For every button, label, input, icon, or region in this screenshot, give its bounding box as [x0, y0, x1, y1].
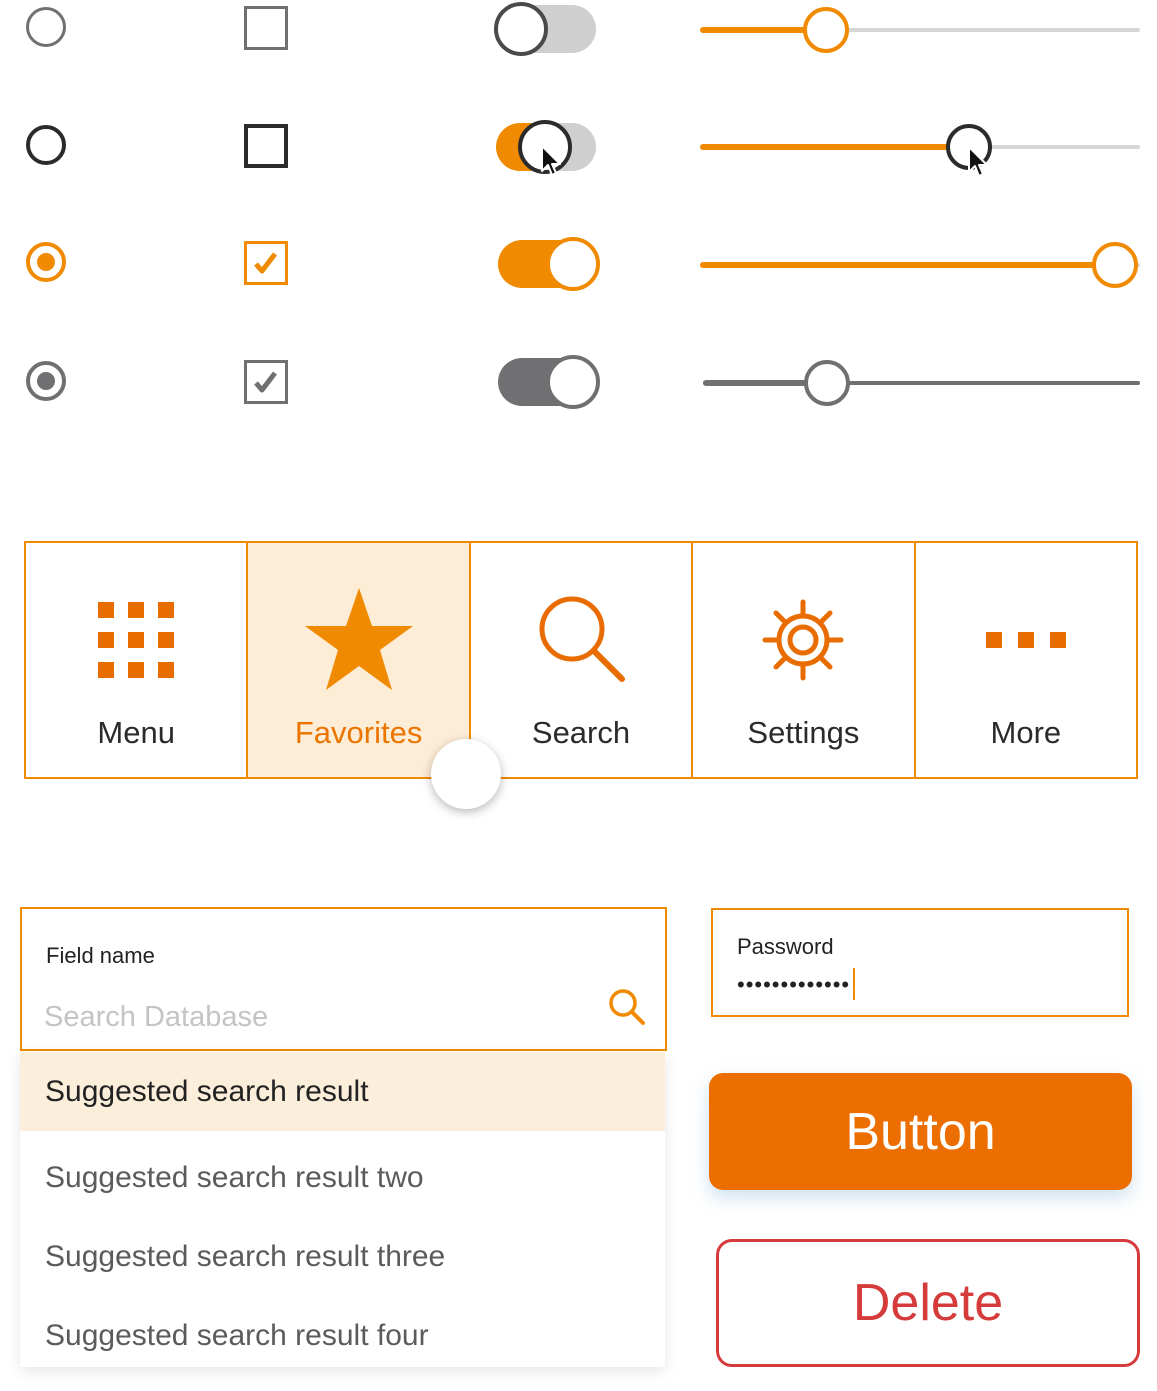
slider-disabled[interactable]	[703, 358, 1140, 408]
pointer-cursor-icon	[541, 145, 561, 176]
star-icon	[304, 588, 413, 690]
slider-handle[interactable]	[803, 7, 849, 53]
radio-selected[interactable]	[26, 242, 66, 282]
suggestions-dropdown: Suggested search result Suggested search…	[20, 1052, 665, 1367]
password-field[interactable]: Password •••••••••••••	[711, 908, 1129, 1017]
pointer-cursor-icon	[968, 146, 988, 177]
tab-menu[interactable]: Menu	[26, 543, 249, 777]
text-caret	[853, 968, 856, 1000]
grid-icon	[98, 602, 175, 678]
tab-label: Menu	[97, 715, 175, 750]
slider-max[interactable]	[700, 240, 1140, 290]
tab-search[interactable]: Search	[471, 543, 694, 777]
slider-fill	[700, 27, 806, 33]
suggestion-item[interactable]: Suggested search result four	[20, 1296, 665, 1375]
more-icon	[985, 632, 1066, 648]
radio-disabled-selected[interactable]	[26, 361, 66, 401]
toggle-off[interactable]	[494, 2, 598, 56]
checkbox-hover[interactable]	[244, 124, 288, 168]
delete-button[interactable]: Delete	[716, 1239, 1140, 1367]
checkmark-icon	[254, 371, 277, 393]
password-input[interactable]: •••••••••••••	[737, 968, 856, 1000]
tab-favorites[interactable]: Favorites	[248, 543, 471, 777]
slider-handle[interactable]	[1092, 242, 1138, 288]
tab-settings[interactable]: Settings	[693, 543, 916, 777]
suggestion-item[interactable]: Suggested search result	[20, 1052, 665, 1131]
slider-fill	[700, 144, 950, 150]
toggle-disabled-on[interactable]	[496, 355, 600, 409]
search-icon[interactable]	[607, 987, 647, 1027]
tab-label: Settings	[747, 715, 860, 750]
search-field: Field name	[20, 907, 667, 1051]
tab-label: Search	[531, 715, 631, 750]
radio-default[interactable]	[26, 7, 66, 47]
slider-default[interactable]	[700, 5, 1140, 55]
suggestion-item[interactable]: Suggested search result three	[20, 1217, 665, 1296]
toggle-on[interactable]	[496, 237, 600, 291]
touch-indicator	[431, 739, 501, 809]
gear-icon	[762, 599, 844, 681]
checkbox-disabled-checked[interactable]	[244, 360, 288, 404]
tab-label: Favorites	[294, 715, 423, 750]
password-dots: •••••••••••••	[737, 972, 851, 997]
checkmark-icon	[254, 252, 277, 274]
slider-fill	[703, 380, 809, 386]
tab-bar: Menu Favorites Search Settings More	[24, 541, 1138, 779]
password-label: Password	[737, 934, 834, 959]
radio-hover[interactable]	[26, 125, 66, 165]
slider-fill	[700, 262, 1114, 268]
checkbox-checked[interactable]	[244, 241, 288, 285]
suggestion-item[interactable]: Suggested search result two	[20, 1138, 665, 1217]
slider-handle[interactable]	[804, 360, 850, 406]
field-label: Field name	[46, 943, 155, 968]
primary-button[interactable]: Button	[709, 1073, 1132, 1190]
tab-more[interactable]: More	[916, 543, 1136, 777]
search-icon	[539, 596, 626, 682]
tab-label: More	[990, 715, 1062, 750]
checkbox-default[interactable]	[244, 6, 288, 50]
search-input[interactable]	[44, 995, 584, 1039]
slider-dragging[interactable]	[700, 122, 1140, 172]
